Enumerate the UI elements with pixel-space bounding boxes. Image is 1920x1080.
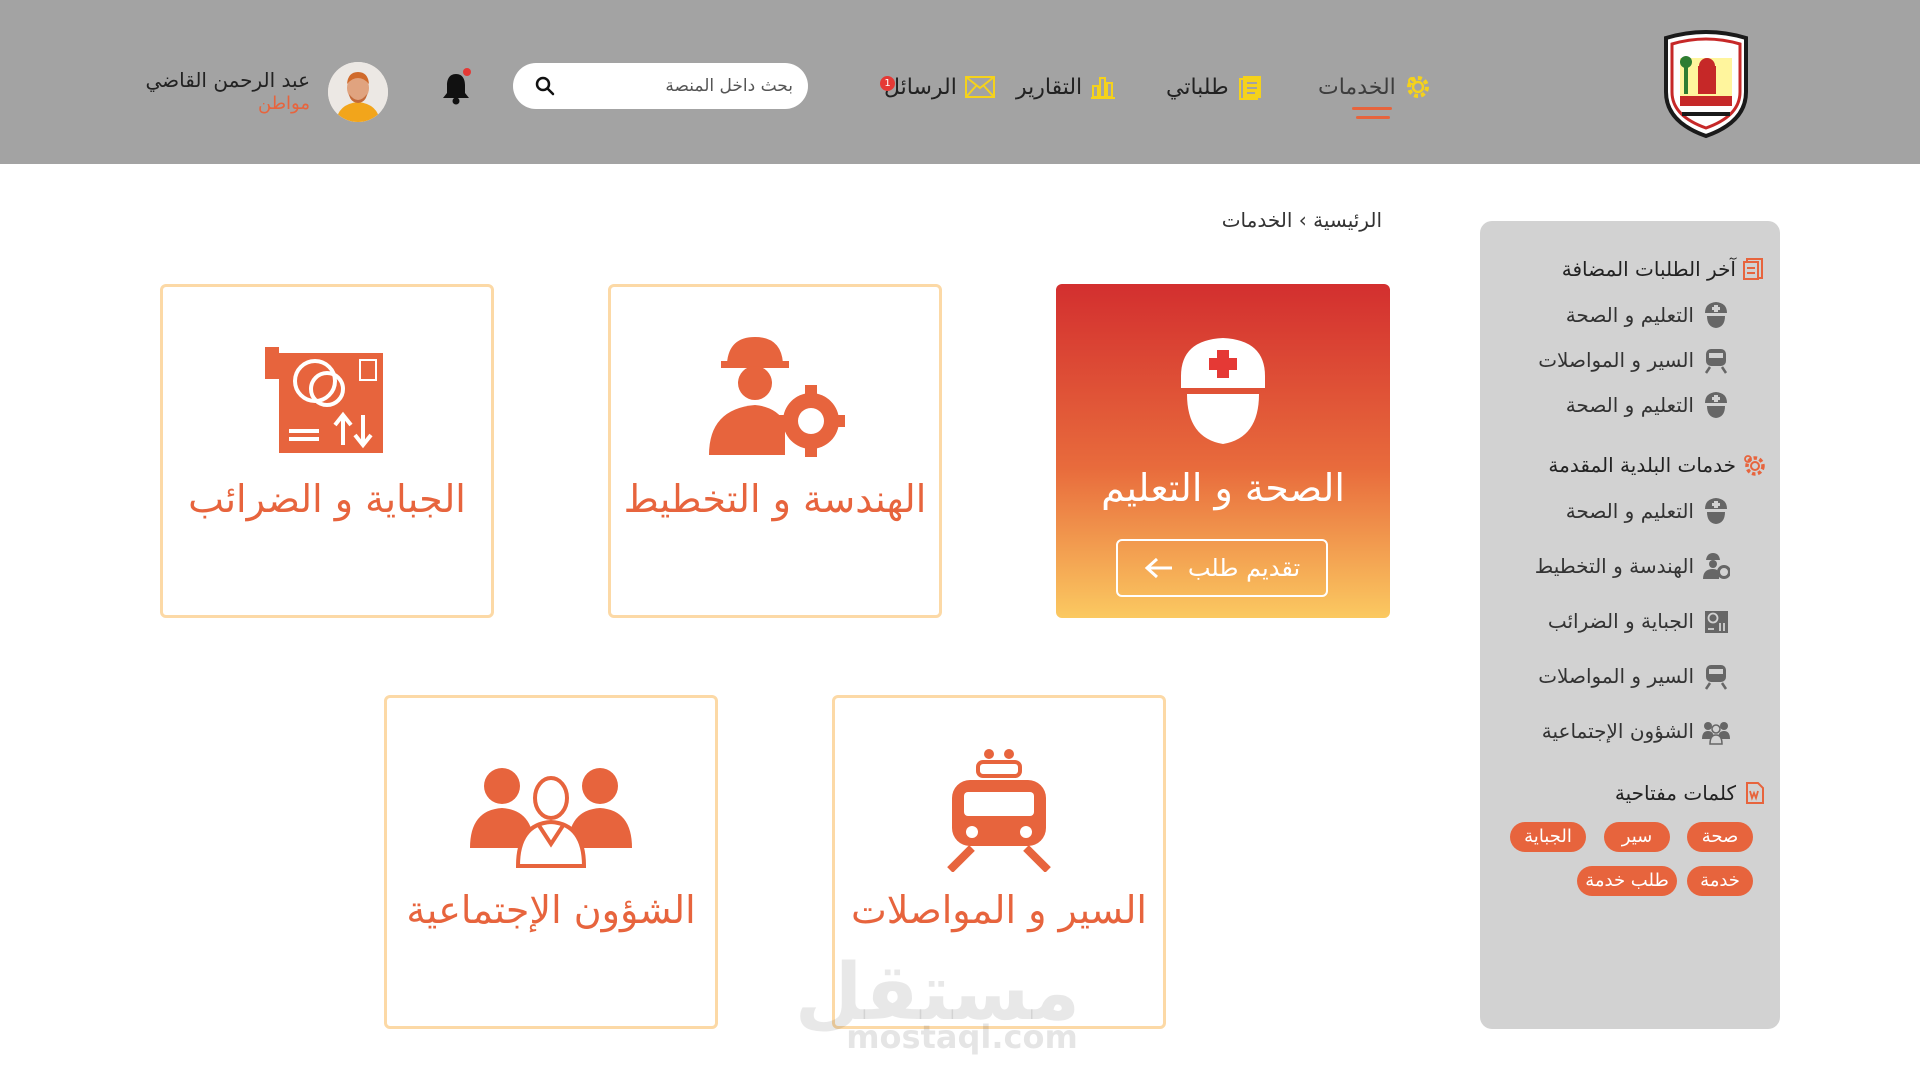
keyword-tag[interactable]: سير: [1604, 822, 1670, 852]
card-engineering-title: الهندسة و التخطيط: [623, 477, 927, 521]
sidebar-recent-label: التعليم و الصحة: [1565, 303, 1694, 327]
sidebar-service-label: الهندسة و التخطيط: [1534, 554, 1694, 578]
nurse-icon: [1705, 498, 1727, 524]
search-input[interactable]: [573, 63, 793, 109]
top-header: الخدمات طلباتي التقارير الرسائل 1 بحث دا…: [0, 0, 1920, 164]
sidebar-service-label: السير و المواصلات: [1538, 664, 1694, 688]
municipality-logo[interactable]: [1658, 30, 1754, 138]
user-name: عبد الرحمن القاضي: [145, 68, 310, 92]
sidebar-recent-item[interactable]: التعليم و الصحة: [1566, 301, 1730, 329]
nav-active-indicator: [1352, 107, 1392, 110]
sidebar-service-transport[interactable]: السير و المواصلات: [1538, 662, 1730, 690]
tax-box-icon: [1705, 611, 1728, 633]
sidebar-service-engineering[interactable]: الهندسة و التخطيط: [1535, 552, 1730, 580]
avatar[interactable]: [328, 62, 388, 122]
sidebar-service-taxes[interactable]: الجباية و الضرائب: [1548, 607, 1730, 635]
train-icon: [1704, 349, 1728, 374]
card-engineering-planning[interactable]: الهندسة و التخطيط: [608, 284, 942, 618]
watermark-latin: mostaql.com: [846, 1018, 1078, 1056]
train-icon: [947, 749, 1051, 872]
card-social-affairs[interactable]: الشؤون الإجتماعية: [384, 695, 718, 1029]
bar-chart-icon: [1091, 77, 1116, 99]
tax-box-icon: [265, 347, 383, 453]
nav-messages[interactable]: الرسائل: [884, 70, 995, 104]
municipal-services-heading: خدمات البلدية المقدمة: [1548, 453, 1766, 477]
nav-active-indicator-2: [1356, 116, 1390, 119]
envelope-icon: [964, 76, 995, 98]
breadcrumb-current: الخدمات: [1221, 208, 1293, 232]
user-role: مواطن: [258, 93, 310, 114]
notification-dot: [463, 68, 471, 76]
nav-services-label: الخدمات: [1318, 74, 1396, 100]
search-icon[interactable]: [535, 76, 555, 96]
sidebar-service-label: الشؤون الإجتماعية: [1541, 719, 1694, 743]
sidebar-service-social[interactable]: الشؤون الإجتماعية: [1542, 717, 1730, 745]
card-health-title: الصحة و التعليم: [1101, 466, 1345, 510]
breadcrumb-home[interactable]: الرئيسية: [1313, 208, 1382, 232]
keyword-tag[interactable]: خدمة: [1687, 866, 1753, 896]
sidebar-service-label: التعليم و الصحة: [1565, 499, 1694, 523]
engineer-icon: [1703, 553, 1730, 579]
arrow-left-icon: [1144, 557, 1172, 579]
keyword-tag[interactable]: طلب خدمة: [1577, 866, 1677, 896]
breadcrumb: الرئيسية › الخدمات: [1100, 208, 1382, 232]
sidebar-recent-item[interactable]: السير و المواصلات: [1538, 346, 1730, 374]
keywords-heading: كلمات مفتاحية: [1615, 781, 1766, 805]
submit-request-button[interactable]: تقديم طلب: [1116, 539, 1328, 597]
keyword-tag[interactable]: الجباية: [1510, 822, 1586, 852]
card-social-title: الشؤون الإجتماعية: [406, 888, 696, 932]
gear-icon: [1744, 455, 1765, 476]
recent-requests-heading: آخر الطلبات المضافة: [1562, 257, 1766, 281]
people-group-icon: [470, 768, 632, 868]
nurse-icon: [1181, 338, 1265, 444]
nav-reports-label: التقارير: [1016, 74, 1083, 100]
sidebar: آخر الطلبات المضافة التعليم و الصحة السي…: [1480, 221, 1780, 1029]
sidebar-recent-item[interactable]: التعليم و الصحة: [1566, 391, 1730, 419]
nav-reports[interactable]: التقارير: [1016, 70, 1116, 104]
word-document-icon: [1746, 782, 1764, 804]
sidebar-recent-label: السير و المواصلات: [1538, 348, 1694, 372]
document-icon: [1743, 258, 1763, 280]
municipal-services-label: خدمات البلدية المقدمة: [1548, 453, 1736, 477]
nav-services[interactable]: الخدمات: [1318, 70, 1432, 104]
gear-icon: [1406, 76, 1429, 98]
submit-request-label: تقديم طلب: [1187, 554, 1301, 582]
card-health-education[interactable]: الصحة و التعليم تقديم طلب: [1056, 284, 1390, 618]
sidebar-recent-label: التعليم و الصحة: [1565, 393, 1694, 417]
keywords-label: كلمات مفتاحية: [1614, 781, 1736, 805]
nav-my-requests-label: طلباتي: [1166, 74, 1229, 100]
card-taxes-title: الجباية و الضرائب: [188, 477, 466, 521]
breadcrumb-separator: ›: [1298, 208, 1307, 232]
keyword-tag[interactable]: صحة: [1687, 822, 1753, 852]
people-group-icon: [1702, 722, 1730, 745]
document-icon: [1238, 76, 1261, 100]
train-icon: [1704, 665, 1728, 690]
nav-messages-label: الرسائل: [884, 74, 957, 100]
messages-badge: 1: [880, 76, 895, 91]
search-box: [513, 63, 808, 109]
nurse-icon: [1705, 302, 1727, 328]
user-photo: [328, 62, 388, 122]
recent-requests-label: آخر الطلبات المضافة: [1561, 257, 1736, 281]
sidebar-service-health[interactable]: التعليم و الصحة: [1566, 497, 1730, 525]
card-taxes[interactable]: الجباية و الضرائب: [160, 284, 494, 618]
sidebar-service-label: الجباية و الضرائب: [1547, 609, 1694, 633]
nav-my-requests[interactable]: طلباتي: [1166, 70, 1265, 104]
nurse-icon: [1705, 392, 1727, 418]
engineer-icon: [709, 337, 845, 457]
card-transport-title: السير و المواصلات: [851, 888, 1147, 932]
